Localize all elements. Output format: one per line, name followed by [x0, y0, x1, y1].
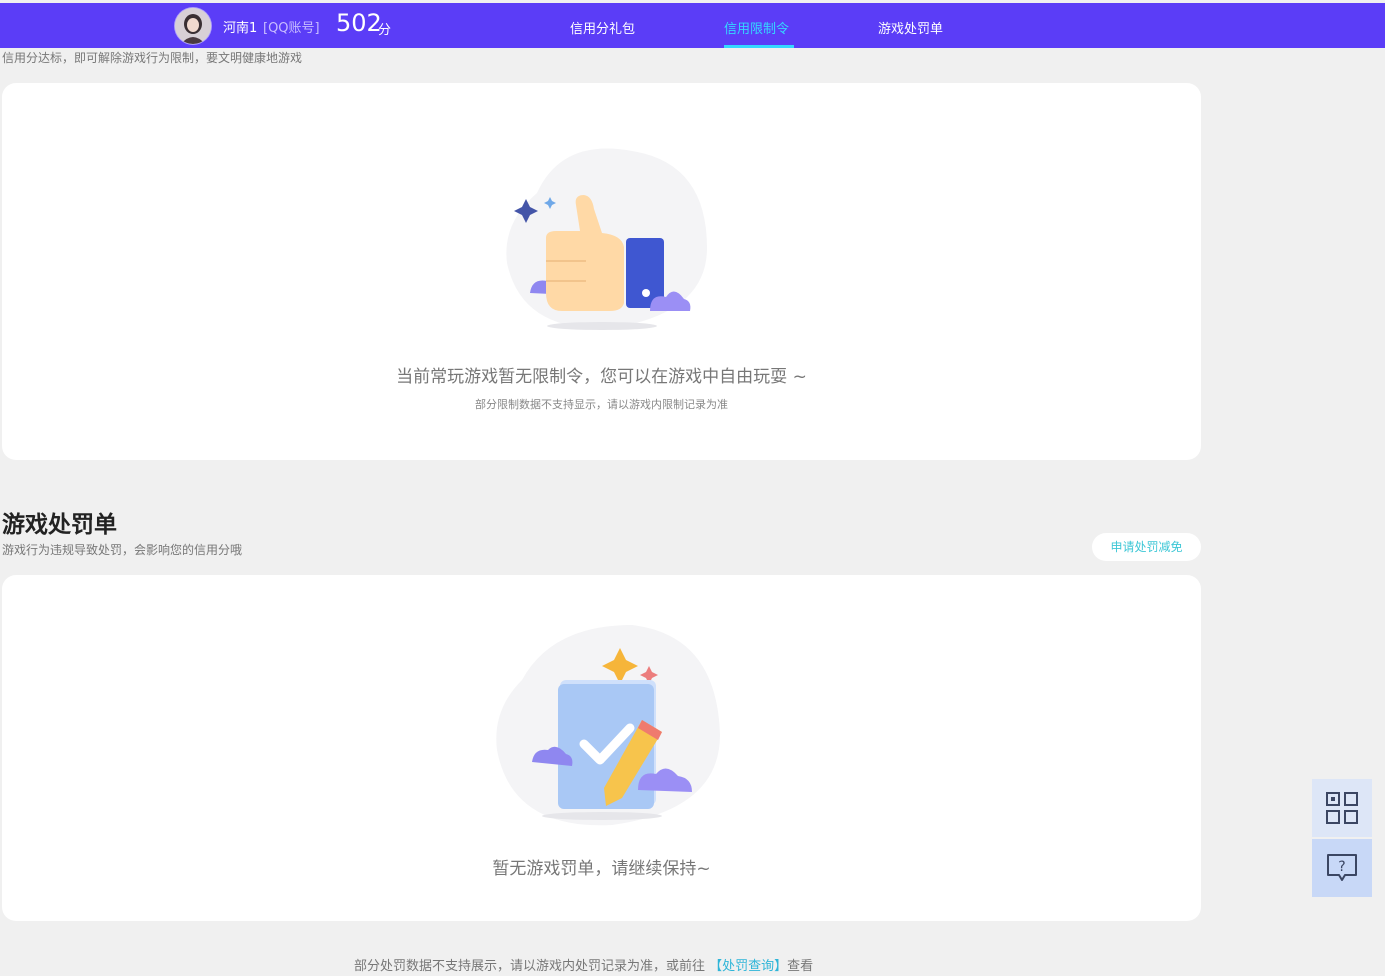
qr-code-icon	[1326, 792, 1358, 824]
qr-code-button[interactable]	[1312, 779, 1372, 837]
checklist-pencil-icon	[496, 625, 720, 826]
credit-score-unit: 分	[378, 23, 392, 38]
penalty-query-link[interactable]: 【处罚查询】	[709, 959, 787, 974]
tab-game-penalty[interactable]: 游戏处罚单	[878, 18, 943, 37]
penalty-description: 游戏行为违规导致处罚，会影响您的信用分哦	[2, 543, 243, 557]
credit-score: 502	[336, 9, 382, 37]
restriction-card: 当前常玩游戏暂无限制令，您可以在游戏中自由玩耍 ~ 部分限制数据不支持显示，请以…	[2, 83, 1201, 460]
user-name: 河南1	[223, 21, 258, 36]
thumbs-up-icon	[506, 148, 707, 330]
avatar-photo-icon	[175, 8, 211, 44]
restriction-description: 信用分达标，即可解除游戏行为限制，要文明健康地游戏	[2, 51, 303, 65]
penalty-section-title: 游戏处罚单	[2, 512, 117, 538]
tab-credit-gift[interactable]: 信用分礼包	[570, 18, 635, 37]
penalty-empty-message: 暂无游戏罚单，请继续保持~	[492, 859, 711, 879]
avatar[interactable]	[175, 8, 211, 44]
penalty-card: 暂无游戏罚单，请继续保持~	[2, 575, 1201, 921]
tab-credit-restriction[interactable]: 信用限制令	[724, 18, 789, 37]
restriction-empty-note: 部分限制数据不支持显示，请以游戏内限制记录为准	[475, 398, 728, 411]
apply-penalty-reduction-button[interactable]: 申请处罚减免	[1092, 533, 1201, 561]
help-button[interactable]: ?	[1312, 839, 1372, 897]
footer-note-text: 部分处罚数据不支持展示，请以游戏内处罚记录为准，或前往	[354, 959, 706, 974]
active-tab-indicator	[724, 45, 794, 48]
account-type: [QQ账号]	[263, 21, 320, 36]
svg-text:?: ?	[1338, 859, 1345, 875]
footer-note-suffix: 查看	[787, 959, 814, 974]
footer-note: 部分处罚数据不支持展示，请以游戏内处罚记录为准，或前往 【处罚查询】查看	[354, 955, 813, 974]
restriction-empty-message: 当前常玩游戏暂无限制令，您可以在游戏中自由玩耍 ~	[396, 367, 807, 387]
top-nav-bar: 河南1 [QQ账号] 502 分 信用分礼包 信用限制令 游戏处罚单	[0, 3, 1385, 48]
help-chat-icon: ?	[1327, 854, 1357, 881]
